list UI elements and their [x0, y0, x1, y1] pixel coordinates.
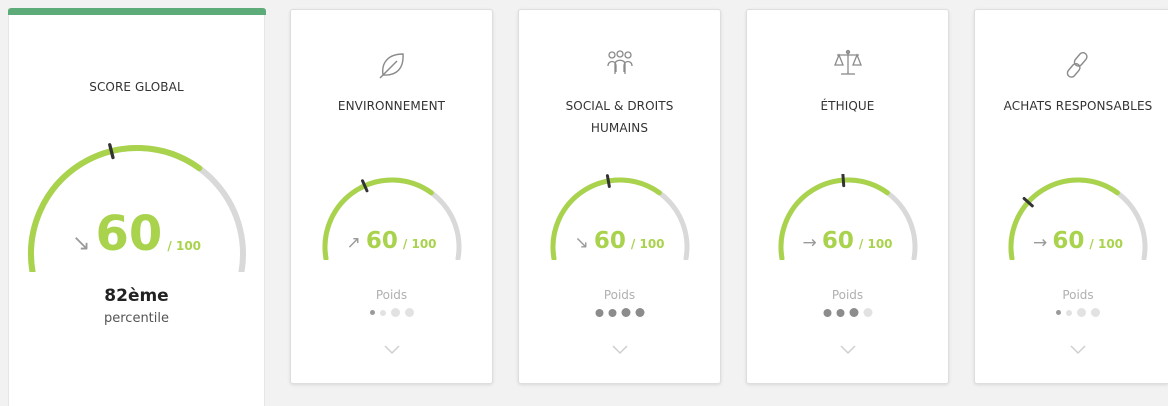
gauge-marker	[360, 179, 368, 193]
category-title-line: HUMAINS	[590, 121, 649, 135]
score-number: 60	[1052, 228, 1085, 254]
people-group-icon	[606, 50, 633, 74]
category-title: ENVIRONNEMENT	[291, 95, 492, 117]
category-title-line: ENVIRONNEMENT	[337, 99, 446, 113]
score-max: / 100	[167, 239, 202, 253]
weight-dot	[1066, 309, 1072, 316]
gauge-marker	[840, 174, 845, 188]
percentile-label: percentile	[103, 311, 169, 326]
category-title: SOCIAL & DROITS HUMAINS	[519, 95, 720, 139]
weight-dot	[379, 309, 386, 316]
category-score: ↘ 60 / 100	[519, 228, 720, 254]
category-title-line: ACHATS RESPONSABLES	[1003, 99, 1153, 113]
score-number: 60	[593, 228, 626, 254]
weight-label: Poids	[1062, 288, 1094, 302]
category-card-achats[interactable]: ACHATS RESPONSABLES → 60 / 100 Poids	[974, 9, 1168, 384]
chevron-down-icon[interactable]	[382, 344, 402, 356]
weight-dots	[595, 308, 644, 317]
score-number: 60	[365, 228, 398, 254]
score-max: / 100	[1089, 237, 1124, 251]
weight-label: Poids	[603, 288, 636, 302]
arrow-right-icon: →	[802, 233, 817, 253]
category-title: ÉTHIQUE	[747, 95, 948, 117]
weight-dot	[404, 308, 414, 317]
weight-dot	[635, 308, 644, 317]
category-title-line: ÉTHIQUE	[820, 99, 875, 113]
weight-dot	[849, 308, 858, 317]
category-card-environnement[interactable]: ENVIRONNEMENT ↗ 60 / 100 Poids	[290, 9, 493, 384]
weight-label: Poids	[375, 288, 408, 302]
balance-scale-icon	[833, 49, 862, 75]
percentile-rank: 82ème	[104, 286, 169, 306]
arrow-right-icon: →	[1032, 233, 1048, 253]
global-score-card: SCORE GLOBAL ↘ 60 / 100 82ème percentile	[8, 8, 266, 406]
arrow-down-right-icon: ↘	[574, 233, 589, 253]
weight-dot	[1077, 308, 1086, 317]
weight-dot	[608, 308, 616, 317]
score-number: 60	[821, 228, 854, 254]
arrow-down-right-icon: ↘	[71, 231, 91, 256]
weight-label: Poids	[831, 288, 864, 302]
category-score: → 60 / 100	[975, 228, 1168, 254]
weight-dot	[390, 308, 400, 317]
global-score-title: SCORE GLOBAL	[89, 80, 184, 94]
weight-dot	[621, 308, 630, 317]
category-title-line: SOCIAL & DROITS	[565, 99, 674, 113]
category-title: ACHATS RESPONSABLES	[975, 95, 1168, 117]
global-score-value: ↘ 60 / 100	[9, 206, 264, 262]
weight-dot	[369, 310, 375, 315]
chevron-down-icon[interactable]	[610, 344, 630, 356]
score-max: / 100	[630, 237, 665, 251]
score-max: / 100	[402, 237, 437, 251]
category-score: ↗ 60 / 100	[291, 228, 492, 254]
card-accent-bar	[8, 8, 266, 15]
weight-dots	[823, 308, 872, 317]
weight-dot	[823, 308, 831, 317]
gauge-marker	[107, 143, 115, 160]
gauge-marker	[605, 174, 611, 188]
weight-dot	[1056, 310, 1061, 315]
chevron-down-icon[interactable]	[838, 344, 858, 356]
leaf-icon	[379, 53, 404, 79]
arrow-up-right-icon: ↗	[346, 233, 361, 253]
category-card-ethique[interactable]: ÉTHIQUE → 60 / 100 Poids	[746, 9, 949, 384]
chevron-down-icon[interactable]	[1068, 344, 1088, 356]
weight-dots	[369, 308, 414, 317]
score-number: 60	[95, 206, 163, 262]
weight-dots	[1056, 308, 1100, 317]
link-icon	[1066, 52, 1088, 78]
weight-dot	[1091, 308, 1100, 317]
weight-dot	[836, 308, 844, 317]
weight-dot	[863, 308, 872, 317]
category-score: → 60 / 100	[747, 228, 948, 254]
category-card-social[interactable]: SOCIAL & DROITS HUMAINS ↘ 60 / 100 Poids	[518, 9, 721, 384]
weight-dot	[595, 308, 603, 317]
score-max: / 100	[858, 237, 893, 251]
